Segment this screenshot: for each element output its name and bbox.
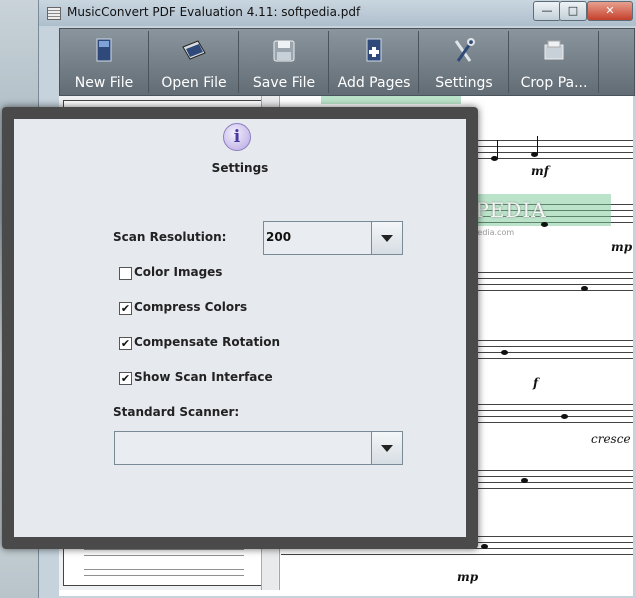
open-file-button[interactable]: Open File — [150, 31, 239, 93]
settings-icon — [454, 38, 475, 62]
note-head — [541, 222, 548, 227]
compensate-rotation-label: Compensate Rotation — [134, 335, 281, 349]
dynamic-marking: mp — [611, 240, 633, 254]
thumb-staff — [84, 549, 244, 559]
highlight-region — [321, 96, 461, 104]
settings-label: Settings — [435, 75, 493, 91]
chevron-down-icon[interactable] — [371, 432, 402, 464]
add-pages-button[interactable]: Add Pages — [330, 31, 419, 93]
open-file-label: Open File — [161, 75, 227, 91]
info-icon: i — [223, 123, 251, 151]
save-file-icon — [273, 40, 295, 62]
thumb-staff — [84, 569, 244, 579]
note-head — [581, 286, 588, 291]
dynamic-marking: mf — [531, 164, 549, 178]
crop-pages-button[interactable]: Crop Pa... — [510, 31, 599, 93]
save-file-label: Save File — [252, 75, 316, 91]
note-head — [561, 414, 568, 419]
scan-resolution-label: Scan Resolution: — [113, 230, 227, 244]
compress-colors-label: Compress Colors — [134, 300, 248, 314]
settings-button[interactable]: Settings — [420, 31, 509, 93]
chevron-down-icon[interactable] — [371, 222, 402, 254]
window-title: MusicConvert PDF Evaluation 4.11: softpe… — [67, 5, 361, 19]
compensate-rotation-checkbox[interactable]: ✔ — [119, 337, 132, 350]
minimize-button[interactable]: — — [533, 1, 561, 21]
add-pages-label: Add Pages — [337, 75, 411, 91]
new-file-label: New File — [74, 75, 134, 91]
color-images-label: Color Images — [134, 265, 223, 279]
note-head — [521, 478, 528, 483]
app-icon — [47, 7, 61, 20]
note-head — [481, 544, 488, 549]
standard-scanner-select[interactable] — [114, 431, 403, 465]
dynamic-marking: f — [533, 376, 539, 390]
dynamic-marking: cresce — [591, 432, 631, 446]
standard-scanner-label: Standard Scanner: — [113, 405, 240, 419]
new-file-icon — [96, 38, 112, 62]
show-scan-interface-label: Show Scan Interface — [134, 370, 273, 384]
scan-resolution-select[interactable]: 200 — [263, 221, 403, 255]
dynamic-marking: mp — [457, 570, 479, 584]
crop-pages-label: Crop Pa... — [520, 75, 588, 91]
title-bar: MusicConvert PDF Evaluation 4.11: softpe… — [39, 0, 636, 26]
compress-colors-checkbox[interactable]: ✔ — [119, 302, 132, 315]
settings-dialog: i Settings Scan Resolution: 200 Color Im… — [2, 107, 478, 549]
close-button[interactable]: ✕ — [587, 1, 633, 21]
settings-panel: i Settings Scan Resolution: 200 Color Im… — [14, 119, 466, 537]
note-stem — [537, 136, 538, 154]
maximize-button[interactable]: □ — [559, 1, 587, 21]
save-file-button[interactable]: Save File — [240, 31, 329, 93]
color-images-checkbox[interactable] — [119, 267, 132, 280]
note-stem — [497, 140, 498, 158]
show-scan-interface-checkbox[interactable]: ✔ — [119, 372, 132, 385]
note-head — [501, 350, 508, 355]
scan-resolution-value: 200 — [266, 230, 292, 244]
crop-pages-icon — [544, 40, 564, 60]
open-file-icon — [182, 40, 206, 60]
dialog-title: Settings — [211, 161, 269, 175]
new-file-button[interactable]: New File — [60, 31, 149, 93]
toolbar: New File Open File Save File Add Pages S… — [59, 28, 635, 96]
add-pages-icon — [366, 38, 382, 62]
